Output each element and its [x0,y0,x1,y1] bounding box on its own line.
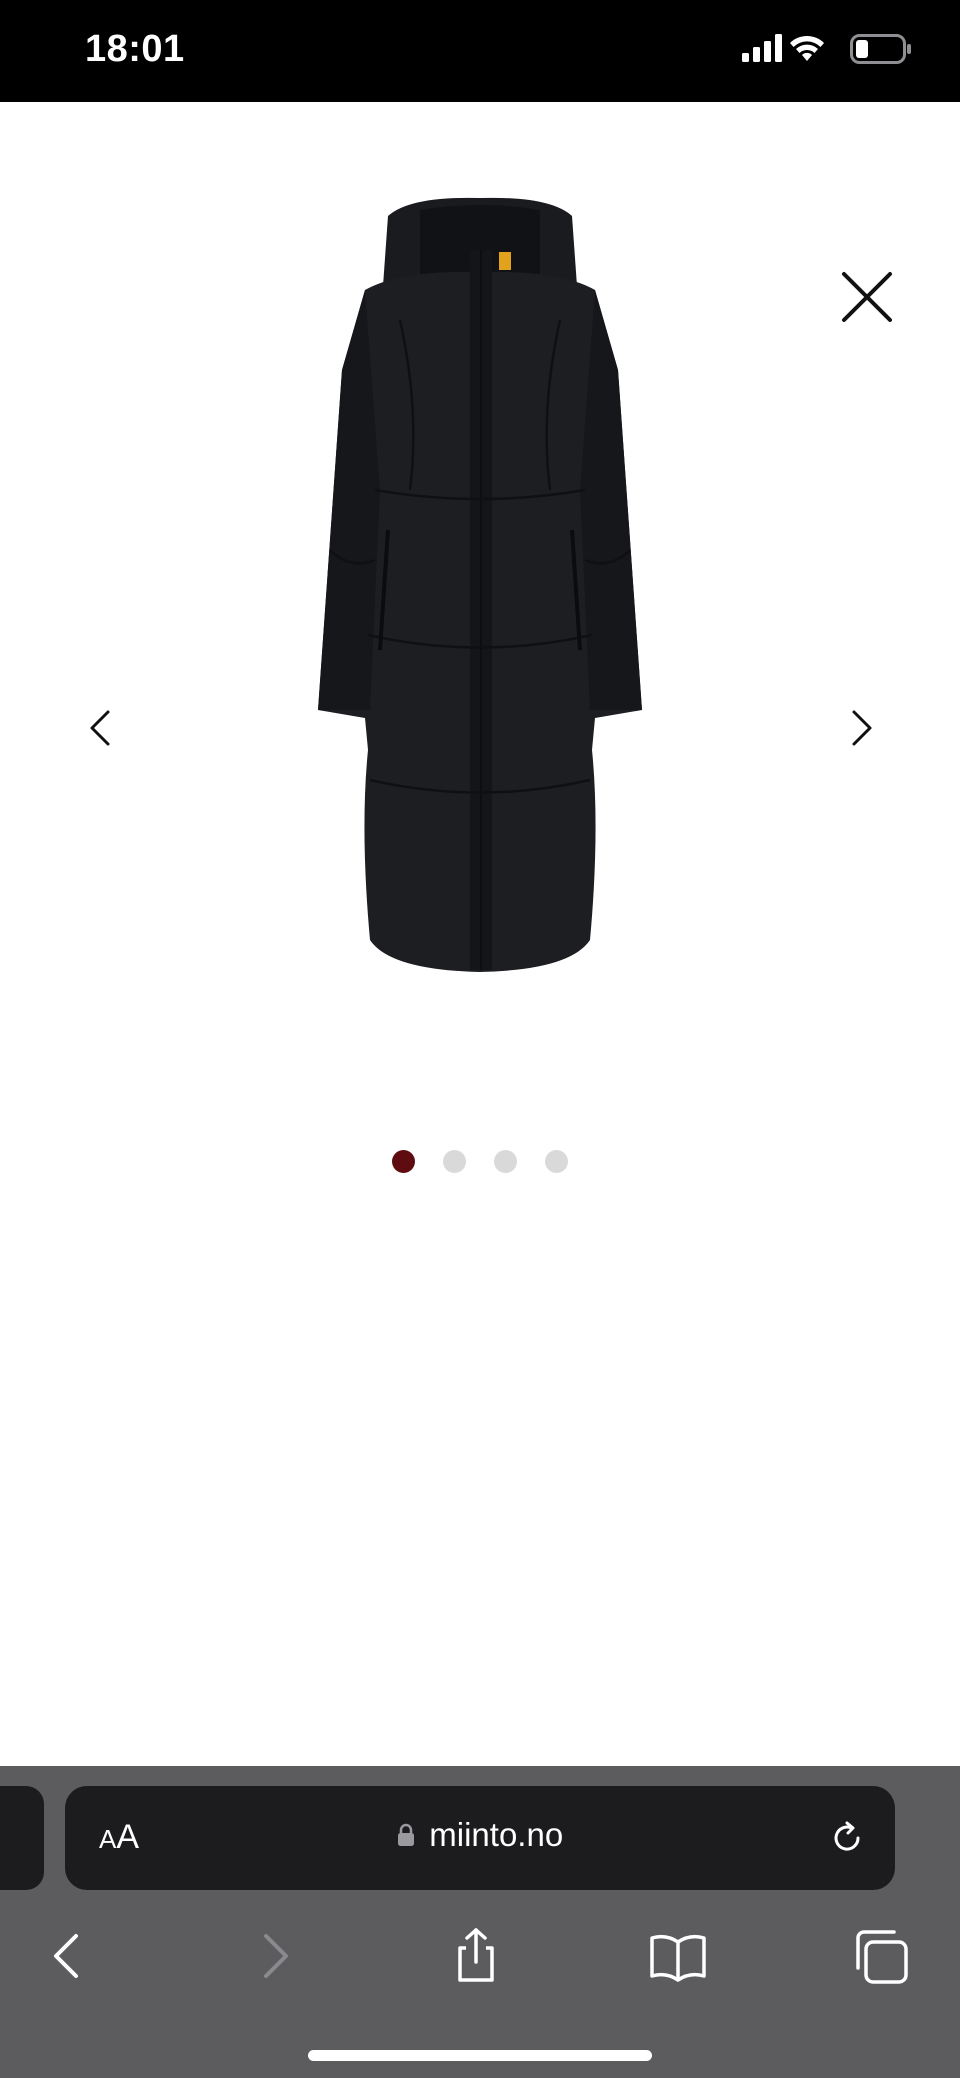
pagination-dots [0,1150,960,1174]
pagination-dot[interactable] [392,1150,415,1173]
browser-bar: AA miinto.no [0,1766,960,2078]
back-icon[interactable] [38,1926,98,1986]
previous-tab-peek[interactable] [0,1786,44,1890]
close-icon[interactable] [840,270,894,324]
battery-icon [850,34,911,64]
home-indicator [308,2050,652,2061]
product-image[interactable] [270,190,690,980]
url-text: miinto.no [429,1816,564,1853]
forward-icon[interactable] [244,1926,304,1986]
chevron-right-icon[interactable] [838,706,882,750]
reload-icon[interactable] [827,1818,867,1858]
wifi-icon [790,35,824,61]
product-gallery [0,102,960,1766]
status-bar: 18:01 [0,0,960,102]
tabs-icon[interactable] [852,1926,912,1986]
signal-icon [742,34,782,62]
pagination-dot[interactable] [545,1150,568,1173]
share-icon[interactable] [446,1926,506,1986]
address-bar[interactable]: AA miinto.no [65,1786,895,1890]
url-display[interactable]: miinto.no [65,1816,895,1854]
browser-toolbar [0,1926,960,2006]
chevron-left-icon[interactable] [80,706,124,750]
status-time: 18:01 [85,28,185,70]
pagination-dot[interactable] [443,1150,466,1173]
bookmarks-icon[interactable] [648,1926,708,1986]
lock-icon [397,1823,414,1846]
pagination-dot[interactable] [494,1150,517,1173]
